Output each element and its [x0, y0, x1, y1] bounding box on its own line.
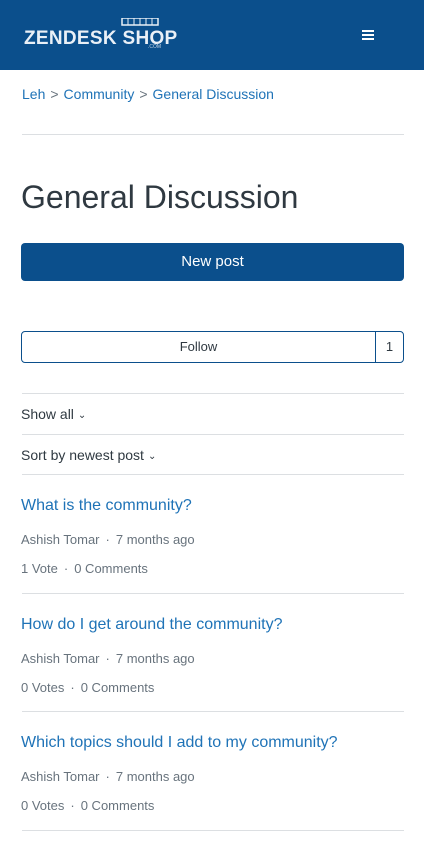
- post-meta: Ashish Tomar · 7 months ago: [21, 769, 404, 784]
- hamburger-menu-icon: [362, 30, 374, 32]
- divider: [22, 830, 404, 831]
- post-title-link[interactable]: Which topics should I add to my communit…: [21, 734, 404, 752]
- chevron-down-icon: ⌄: [77, 410, 87, 421]
- divider: [22, 393, 404, 394]
- post-comments: 0 Comments: [80, 680, 155, 695]
- divider: [22, 711, 404, 712]
- list-item: What is the community? Ashish Tomar · 7 mo…: [21, 497, 404, 576]
- post-time: 7 months ago: [115, 532, 195, 547]
- logo-subtext: .COM: [148, 44, 162, 50]
- site-logo[interactable]: ZENDESK SHOP .COM: [24, 18, 177, 54]
- list-item: How do I get around the community? Ashis…: [21, 616, 404, 695]
- breadcrumb-link-community[interactable]: Community: [64, 86, 135, 102]
- post-author: Ashish Tomar: [21, 651, 100, 666]
- breadcrumb: Leh > Community > General Discussion: [22, 86, 274, 102]
- site-header: ZENDESK SHOP .COM: [0, 0, 424, 70]
- post-meta: Ashish Tomar · 7 months ago: [21, 651, 404, 666]
- meta-separator: ·: [105, 532, 110, 547]
- post-time: 7 months ago: [115, 769, 195, 784]
- divider: [22, 593, 404, 594]
- page-title: General Discussion: [21, 179, 299, 215]
- show-filter-label: Show all: [21, 406, 74, 422]
- post-author: Ashish Tomar: [21, 769, 100, 784]
- post-stats: 1 Vote · 0 Comments: [21, 561, 404, 576]
- post-author: Ashish Tomar: [21, 532, 100, 547]
- post-time: 7 months ago: [115, 651, 195, 666]
- breadcrumb-separator: >: [50, 86, 59, 102]
- storefront-icon: [121, 18, 159, 26]
- sort-label: Sort by newest post: [21, 447, 144, 463]
- sort-dropdown[interactable]: Sort by newest post ⌄: [21, 447, 156, 463]
- post-votes: 1 Vote: [21, 561, 58, 576]
- post-comments: 0 Comments: [80, 798, 155, 813]
- follow-button[interactable]: Follow: [22, 332, 376, 362]
- divider: [22, 474, 404, 475]
- breadcrumb-separator: >: [139, 86, 148, 102]
- post-title-link[interactable]: What is the community?: [21, 497, 404, 515]
- meta-separator: ·: [70, 680, 75, 695]
- divider: [22, 434, 404, 435]
- post-stats: 0 Votes · 0 Comments: [21, 680, 404, 695]
- meta-separator: ·: [70, 798, 75, 813]
- post-comments: 0 Comments: [74, 561, 148, 576]
- divider: [22, 134, 404, 135]
- follower-count: 1: [385, 339, 394, 354]
- show-filter-dropdown[interactable]: Show all ⌄: [21, 406, 86, 422]
- follow-group: Follow 1: [21, 331, 404, 363]
- chevron-down-icon: ⌄: [147, 451, 157, 462]
- meta-separator: ·: [105, 651, 110, 666]
- breadcrumb-link-general-discussion[interactable]: General Discussion: [153, 86, 274, 102]
- meta-separator: ·: [63, 561, 69, 576]
- post-votes: 0 Votes: [21, 680, 65, 695]
- post-title-link[interactable]: How do I get around the community?: [21, 616, 404, 634]
- list-item: Which topics should I add to my communit…: [21, 734, 404, 813]
- menu-button[interactable]: [356, 24, 380, 46]
- post-stats: 0 Votes · 0 Comments: [21, 798, 404, 813]
- breadcrumb-link-home[interactable]: Leh: [22, 86, 45, 102]
- meta-separator: ·: [105, 769, 110, 784]
- post-meta: Ashish Tomar · 7 months ago: [21, 532, 404, 547]
- new-post-button[interactable]: New post: [21, 243, 404, 281]
- post-votes: 0 Votes: [21, 798, 65, 813]
